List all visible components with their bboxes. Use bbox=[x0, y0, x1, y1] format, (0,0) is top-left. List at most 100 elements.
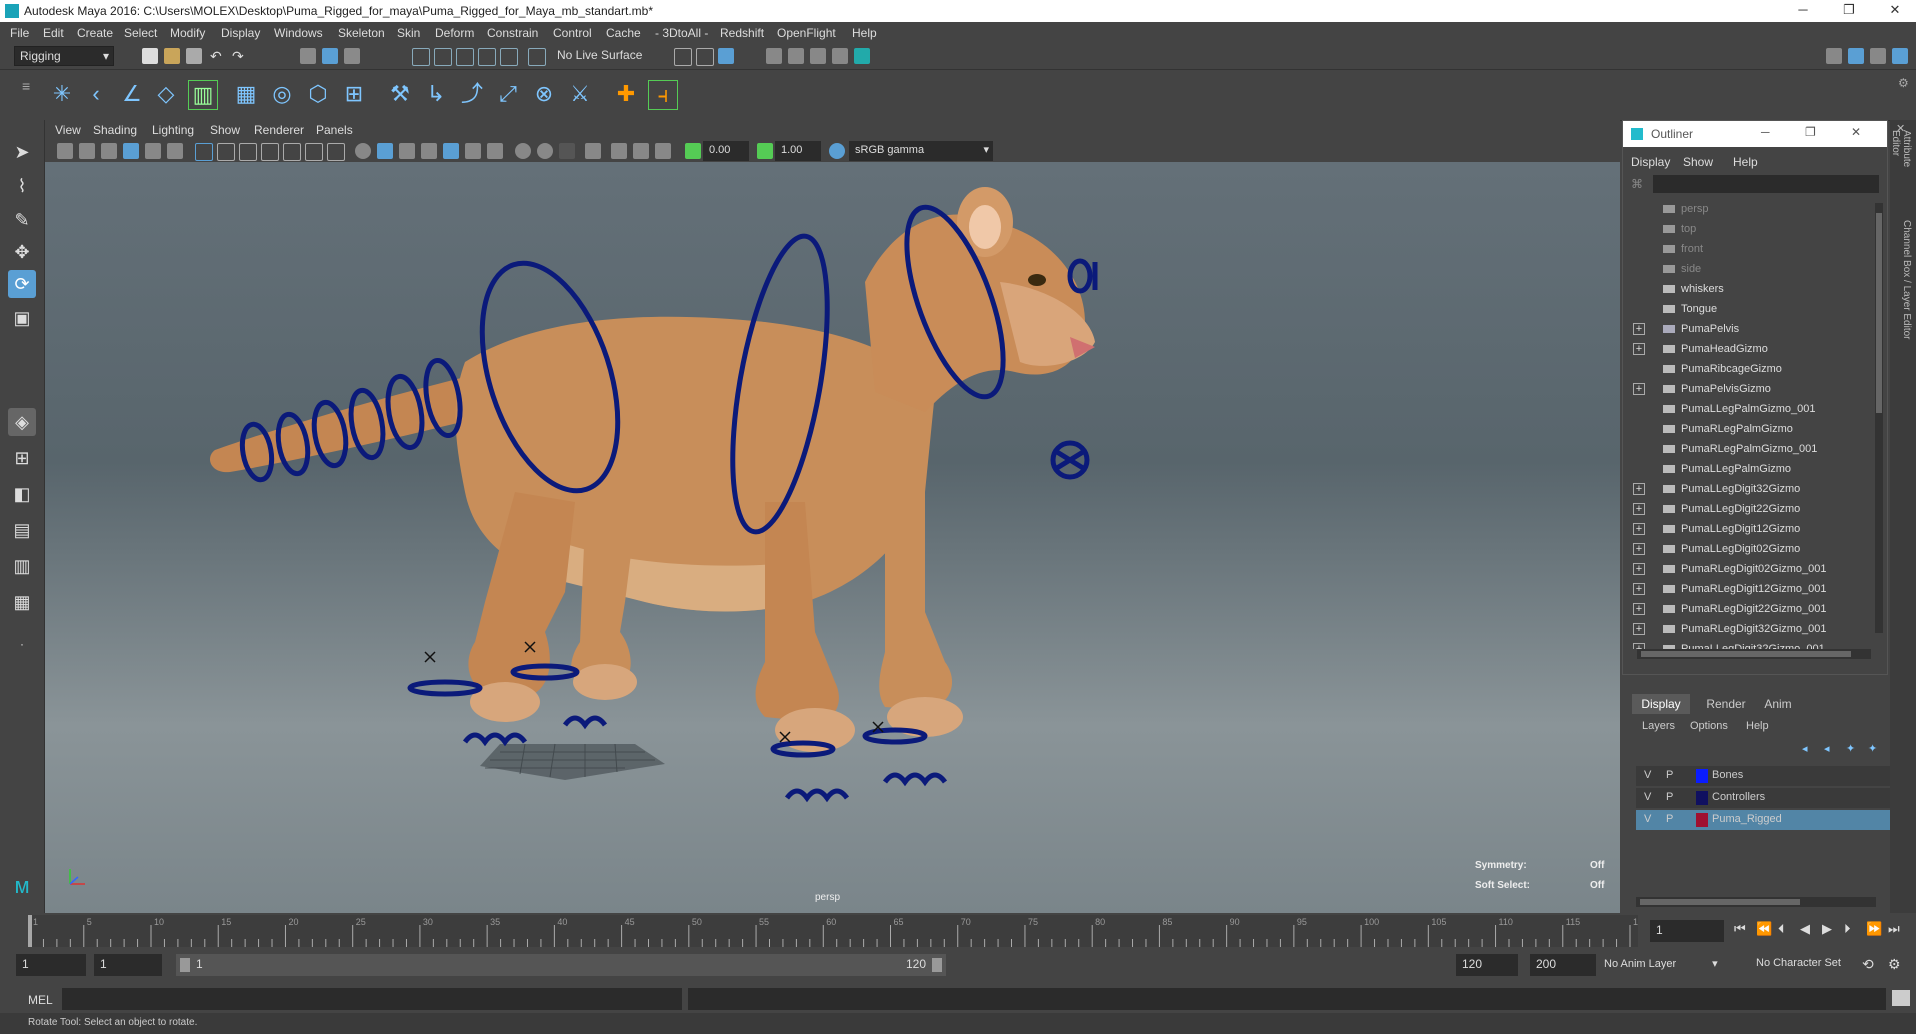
use-all-lights-icon[interactable] bbox=[465, 143, 481, 159]
toggle-tool-settings-icon[interactable] bbox=[1870, 48, 1886, 64]
select-camera-icon[interactable] bbox=[57, 143, 73, 159]
insert-joint-icon[interactable]: ‹ bbox=[82, 80, 110, 108]
menu-modify[interactable]: Modify bbox=[170, 26, 205, 40]
menu-3dtoall[interactable]: - 3DtoAll - bbox=[655, 26, 708, 40]
ipr-render-icon[interactable] bbox=[788, 48, 804, 64]
layer-visibility-toggle[interactable]: V bbox=[1644, 769, 1651, 781]
open-scene-icon[interactable] bbox=[164, 48, 180, 64]
menu-help[interactable]: Help bbox=[852, 26, 877, 40]
toggle-modeling-toolkit-icon[interactable] bbox=[1826, 48, 1842, 64]
playback-end-field[interactable]: 120 bbox=[1456, 954, 1518, 976]
expand-icon[interactable]: + bbox=[1633, 623, 1645, 635]
lasso-tool-icon[interactable]: ⌇ bbox=[8, 172, 36, 200]
go-to-end-icon[interactable]: ⏭ bbox=[1888, 921, 1900, 937]
layer-name[interactable]: Bones bbox=[1712, 769, 1743, 781]
snap-curve-icon[interactable] bbox=[434, 48, 452, 66]
toggle-attribute-editor-icon[interactable] bbox=[1848, 48, 1864, 64]
default-material-icon[interactable] bbox=[399, 143, 415, 159]
rotate-tool-icon[interactable]: ⟳ bbox=[8, 270, 36, 298]
expand-icon[interactable]: + bbox=[1633, 503, 1645, 515]
four-view-layout-icon[interactable]: ⊞ bbox=[8, 444, 36, 472]
bind-skin-icon[interactable]: ▥ bbox=[188, 80, 218, 110]
snap-grid-icon[interactable] bbox=[412, 48, 430, 66]
outliner-minimize-button[interactable]: ─ bbox=[1761, 125, 1770, 139]
expand-icon[interactable]: + bbox=[1633, 323, 1645, 335]
layer-menu-layers[interactable]: Layers bbox=[1642, 720, 1675, 732]
filter-icon[interactable]: ⌘ bbox=[1631, 177, 1643, 191]
screen-space-ao-icon[interactable] bbox=[515, 143, 531, 159]
layer-row[interactable]: V P Controllers bbox=[1636, 788, 1898, 808]
outliner-scroll-thumb[interactable] bbox=[1876, 213, 1882, 413]
close-button[interactable]: ✕ bbox=[1880, 2, 1910, 18]
image-plane-icon[interactable] bbox=[123, 143, 139, 159]
safe-action-icon[interactable] bbox=[305, 143, 323, 161]
menu-create[interactable]: Create bbox=[77, 26, 113, 40]
input-output-icon[interactable] bbox=[674, 48, 692, 66]
tab-anim[interactable]: Anim bbox=[1754, 694, 1802, 714]
vp-menu-renderer[interactable]: Renderer bbox=[254, 123, 304, 137]
construction-history-icon[interactable] bbox=[696, 48, 714, 66]
channel-box-tab[interactable]: Channel Box / Layer Editor bbox=[1892, 220, 1912, 400]
two-pane-layout-icon[interactable]: ◧ bbox=[8, 480, 36, 508]
motion-blur-icon[interactable] bbox=[537, 143, 553, 159]
lattice-icon[interactable]: ▦ bbox=[232, 80, 260, 108]
perspective-viewport[interactable]: Symmetry: Off Soft Select: Off persp bbox=[45, 162, 1620, 913]
layer-color-swatch[interactable] bbox=[1696, 791, 1708, 805]
exposure-icon[interactable] bbox=[685, 143, 701, 159]
play-backwards-icon[interactable]: ◀ bbox=[1800, 921, 1810, 937]
joint-tool-icon[interactable]: ✳ bbox=[48, 80, 76, 108]
range-start-field[interactable]: 1 bbox=[16, 954, 86, 976]
resolution-gate-icon[interactable] bbox=[239, 143, 257, 161]
outliner-maximize-button[interactable]: ❐ bbox=[1805, 125, 1816, 139]
ik-handle-icon[interactable]: ∠ bbox=[118, 80, 146, 108]
step-forward-frame-icon[interactable]: ⏵ bbox=[1844, 921, 1851, 937]
layer-playback-toggle[interactable]: P bbox=[1666, 813, 1673, 825]
persp-outliner-layout-icon[interactable]: ▤ bbox=[8, 516, 36, 544]
orient-constraint-icon[interactable]: ⤴ bbox=[458, 80, 486, 108]
animation-preferences-icon[interactable]: ⚙ bbox=[1888, 956, 1901, 973]
expand-icon[interactable]: + bbox=[1633, 603, 1645, 615]
hypershade-icon[interactable] bbox=[832, 48, 848, 64]
shadows-icon[interactable] bbox=[487, 143, 503, 159]
xray-joints-icon[interactable] bbox=[633, 143, 649, 159]
render-globals-icon[interactable] bbox=[854, 48, 870, 64]
outliner-search-input[interactable] bbox=[1653, 175, 1879, 193]
new-layer-icon[interactable]: ✦ bbox=[1846, 742, 1855, 755]
outliner-hscroll-thumb[interactable] bbox=[1641, 651, 1851, 657]
layer-horizontal-scrollbar[interactable] bbox=[1636, 897, 1876, 907]
layer-menu-help[interactable]: Help bbox=[1746, 720, 1769, 732]
menu-skeleton[interactable]: Skeleton bbox=[338, 26, 385, 40]
menu-edit[interactable]: Edit bbox=[43, 26, 64, 40]
menu-openflight[interactable]: OpenFlight bbox=[777, 26, 836, 40]
colorspace-dropdown[interactable]: sRGB gamma ▾ bbox=[849, 141, 993, 161]
layer-hscroll-thumb[interactable] bbox=[1640, 899, 1800, 905]
render-settings-icon[interactable] bbox=[810, 48, 826, 64]
gate-mask-icon[interactable] bbox=[261, 143, 279, 161]
minimize-button[interactable]: ─ bbox=[1788, 2, 1818, 17]
command-input[interactable] bbox=[62, 988, 682, 1010]
scale-constraint-icon[interactable]: ⤢ bbox=[494, 80, 522, 108]
render-frame-icon[interactable] bbox=[766, 48, 782, 64]
single-perspective-layout-icon[interactable]: ◈ bbox=[8, 408, 36, 436]
outliner-menu-show[interactable]: Show bbox=[1683, 155, 1713, 169]
safe-title-icon[interactable] bbox=[327, 143, 345, 161]
undo-icon[interactable]: ↶ bbox=[210, 48, 226, 64]
menu-select[interactable]: Select bbox=[124, 26, 157, 40]
parent-constraint-icon[interactable]: ⊗ bbox=[530, 80, 558, 108]
menu-file[interactable]: File bbox=[10, 26, 29, 40]
expand-icon[interactable]: + bbox=[1633, 383, 1645, 395]
expand-icon[interactable]: + bbox=[1633, 483, 1645, 495]
new-scene-icon[interactable] bbox=[142, 48, 158, 64]
wireframe-icon[interactable] bbox=[355, 143, 371, 159]
xray-active-components-icon[interactable] bbox=[655, 143, 671, 159]
anim-layer-dropdown[interactable]: No Anim Layer ▾ bbox=[1604, 957, 1718, 970]
attribute-editor-tab[interactable]: Attribute Editor bbox=[1890, 130, 1912, 190]
range-end-field[interactable]: 200 bbox=[1530, 954, 1596, 976]
timeline-track[interactable]: 1 5 10 15 20 25 30 35 40 45 50 55 60 65 70 75 80 85 90 95 10… bbox=[28, 915, 1638, 947]
time-slider[interactable]: 1 5 10 15 20 25 30 35 40 45 50 55 60 65 70 75 80 85 90 95 10… bbox=[0, 913, 1916, 949]
layer-name[interactable]: Controllers bbox=[1712, 791, 1765, 803]
move-tool-icon[interactable]: ✥ bbox=[8, 238, 36, 266]
command-language-label[interactable]: MEL bbox=[28, 993, 53, 1007]
layer-name[interactable]: Puma_Rigged bbox=[1712, 813, 1782, 825]
range-slider-right-handle[interactable] bbox=[932, 958, 942, 972]
